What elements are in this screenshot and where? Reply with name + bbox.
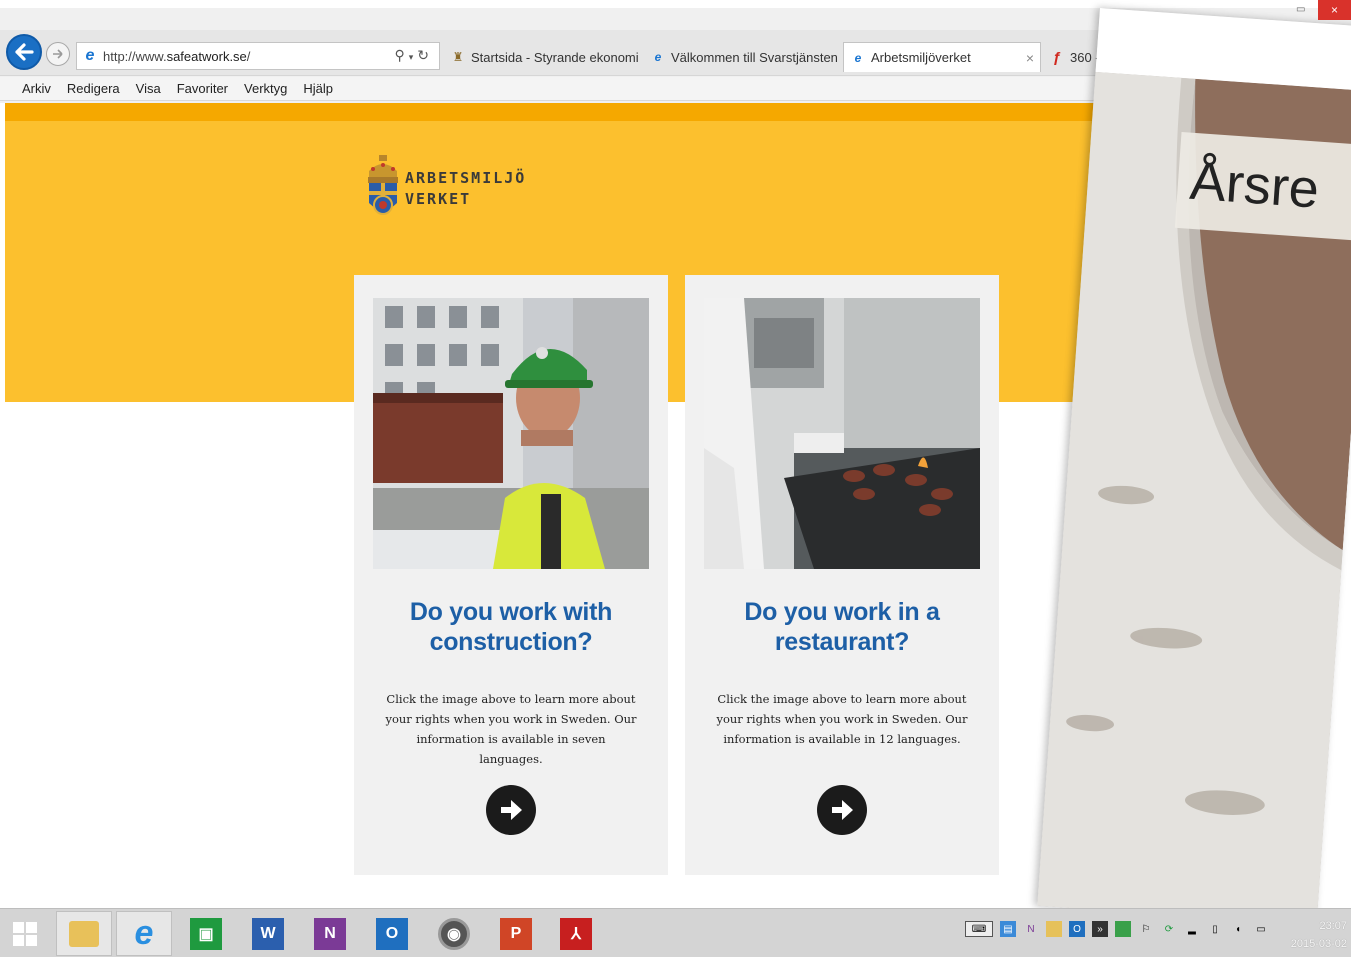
flag-icon[interactable]: ⚐ <box>1138 921 1154 937</box>
crest-icon: ♜ <box>452 50 464 64</box>
taskbar-word[interactable]: W <box>240 911 296 956</box>
ie-page-icon: e <box>85 47 95 64</box>
site-logo[interactable]: ARBETSMILJÖ VERKET <box>365 153 526 225</box>
system-tray: ⌨ ▤ N O » ⚐ ⟳ ▂ ▯ ◖ ▭ <box>958 921 1269 937</box>
clock-time: 23:07 <box>1319 920 1347 932</box>
dropdown-icon[interactable]: ▾ <box>409 52 418 62</box>
construction-image <box>373 298 649 569</box>
taskbar: e ▣ W N O ◉ P ⅄ ⌨ ▤ N O » ⚐ ⟳ ▂ ▯ ◖ ▭ 23… <box>0 908 1351 957</box>
taskbar-store[interactable]: ▣ <box>178 911 234 956</box>
windows-logo-icon <box>13 921 37 946</box>
tab-arbetsmiljoverket[interactable]: e Arbetsmiljöverket × <box>843 42 1041 72</box>
logo-line-1: ARBETSMILJÖ <box>405 169 527 187</box>
restaurant-chef-photo[interactable] <box>704 298 980 569</box>
card-heading[interactable]: Do you work in a restaurant? <box>695 597 989 657</box>
construction-arrow-button[interactable] <box>486 785 536 835</box>
menu-favoriter[interactable]: Favoriter <box>177 81 228 96</box>
overlay-caption: Årsre <box>1174 131 1351 242</box>
window-close-button[interactable]: × <box>1318 0 1351 20</box>
tray-app-icon[interactable]: ▤ <box>1000 921 1016 937</box>
tab-label: Välkommen till Svarstjänsten - ... <box>671 49 842 65</box>
tab-svarstjansten[interactable]: e Välkommen till Svarstjänsten - ... <box>644 42 842 72</box>
tab-label: Startsida - Styrande ekonomi <box>471 49 639 65</box>
restaurant-image <box>704 298 980 569</box>
card-description: Click the image above to learn more abou… <box>385 692 637 766</box>
tray-mail-icon[interactable] <box>1046 921 1062 937</box>
back-button[interactable] <box>6 34 42 70</box>
close-tab-icon[interactable]: × <box>1026 50 1034 66</box>
tab-startsida[interactable]: ♜ Startsida - Styrande ekonomi <box>444 42 642 72</box>
store-icon: ▣ <box>190 917 222 950</box>
orange-stripe <box>5 103 1185 121</box>
minimize-icon[interactable]: ▭ <box>1296 4 1305 15</box>
media-disc-icon: ◉ <box>438 917 470 950</box>
tray-green-icon[interactable] <box>1115 921 1131 937</box>
tray-notes-icon[interactable]: N <box>1023 921 1039 937</box>
address-bar[interactable]: e http://www.safeatwork.se/ ⚲▾↻ <box>76 42 440 70</box>
forward-arrow-icon <box>53 49 63 59</box>
arrow-right-icon <box>832 800 853 820</box>
menu-verktyg[interactable]: Verktyg <box>244 81 287 96</box>
arrow-right-icon <box>501 800 522 820</box>
signal-icon[interactable]: ▂ <box>1184 921 1200 937</box>
folder-icon <box>69 920 99 947</box>
logo-text: ARBETSMILJÖ VERKET <box>405 168 526 210</box>
card-description: Click the image above to learn more abou… <box>716 692 968 746</box>
keyboard-icon[interactable]: ⌨ <box>965 921 993 937</box>
search-icon[interactable]: ⚲ <box>394 47 408 63</box>
ie-icon: e <box>854 50 862 65</box>
word-icon: W <box>252 917 284 950</box>
clock-date: 2015-03-02 <box>1290 938 1347 950</box>
url-text: http://www.safeatwork.se/ <box>103 48 251 64</box>
taskbar-media[interactable]: ◉ <box>426 911 482 956</box>
ie-icon: e <box>654 50 662 64</box>
taskbar-acrobat[interactable]: ⅄ <box>548 911 604 956</box>
taskbar-outlook[interactable]: O <box>364 911 420 956</box>
title-strip <box>0 0 1351 8</box>
address-tools: ⚲▾↻ <box>394 47 433 64</box>
volume-icon[interactable]: ◖ <box>1230 921 1246 937</box>
f-icon: ƒ <box>1052 48 1062 66</box>
notifications-icon[interactable]: ▭ <box>1253 921 1269 937</box>
menu-visa[interactable]: Visa <box>136 81 161 96</box>
ie-icon: e <box>134 914 154 952</box>
forward-button[interactable] <box>46 42 70 66</box>
construction-worker-photo[interactable] <box>373 298 649 569</box>
battery-icon[interactable]: ▯ <box>1207 921 1223 937</box>
web-page: ARBETSMILJÖ VERKET Do you work with cons… <box>5 103 1185 908</box>
screen: e http://www.safeatwork.se/ ⚲▾↻ ♜ Starts… <box>0 0 1351 957</box>
outlook-icon: O <box>376 917 408 950</box>
menu-redigera[interactable]: Redigera <box>67 81 120 96</box>
tab-label: Arbetsmiljöverket <box>871 50 971 65</box>
restaurant-card: Do you work in a restaurant? Click the i… <box>685 275 999 875</box>
refresh-icon[interactable]: ↻ <box>417 47 433 63</box>
restaurant-arrow-button[interactable] <box>817 785 867 835</box>
logo-line-2: VERKET <box>405 190 472 208</box>
acrobat-icon: ⅄ <box>560 917 592 950</box>
powerpoint-icon: P <box>500 917 532 950</box>
clock[interactable]: 23:07 2015-03-02 <box>1279 917 1347 953</box>
taskbar-powerpoint[interactable]: P <box>488 911 544 956</box>
tray-lync-icon[interactable]: » <box>1092 921 1108 937</box>
onenote-icon: N <box>314 917 346 950</box>
sync-icon[interactable]: ⟳ <box>1161 921 1177 937</box>
taskbar-file-explorer[interactable] <box>56 911 112 956</box>
taskbar-internet-explorer[interactable]: e <box>116 911 172 956</box>
start-button[interactable] <box>0 911 50 956</box>
taskbar-onenote[interactable]: N <box>302 911 358 956</box>
tray-outlook-icon[interactable]: O <box>1069 921 1085 937</box>
crest-logo-icon <box>368 155 398 215</box>
overlay-caption-text: Årsre <box>1188 150 1321 220</box>
menu-arkiv[interactable]: Arkiv <box>22 81 51 96</box>
back-arrow-icon <box>15 43 34 61</box>
menu-hjalp[interactable]: Hjälp <box>303 81 333 96</box>
construction-card: Do you work with construction? Click the… <box>354 275 668 875</box>
card-heading[interactable]: Do you work with construction? <box>364 597 658 657</box>
